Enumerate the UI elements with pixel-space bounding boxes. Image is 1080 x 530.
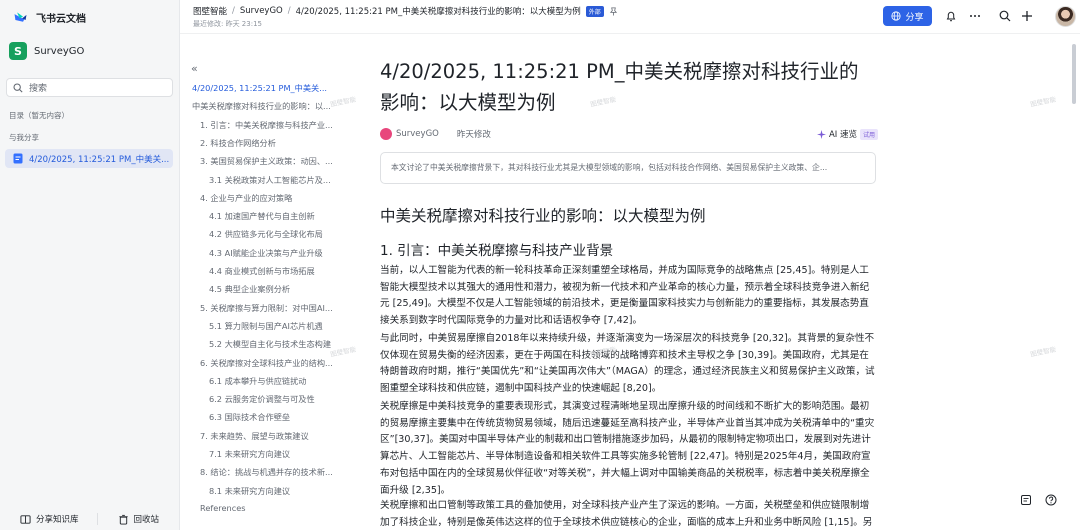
knowledge-base-icon	[20, 514, 31, 524]
toc-item[interactable]: 3. 美国贸易保护主义政策：动因、...	[200, 155, 342, 167]
search-doc-icon[interactable]	[997, 8, 1013, 24]
share-button[interactable]: 分享	[883, 6, 932, 26]
knowledge-base-label: 分享知识库	[36, 515, 79, 525]
shared-doc-item[interactable]: 4/20/2025, 11:25:21 PM_中美关...	[5, 149, 173, 168]
toc-item[interactable]: 3.1 关税政策对人工智能芯片及...	[209, 174, 342, 186]
author-avatar	[380, 128, 392, 140]
toc-item[interactable]: 4.5 典型企业案例分析	[209, 283, 342, 295]
more-menu-icon[interactable]	[967, 8, 983, 24]
surveygo-logo-icon: S	[9, 42, 27, 60]
sidebar: 飞书云文档 S SurveyGO 搜索 目录（暂无内容） 与我分享 4/20/2…	[0, 0, 180, 530]
toc-item[interactable]: 4.4 商业模式创新与市场拓展	[209, 265, 342, 277]
paragraph: 与此同时，中美贸易摩擦自2018年以来持续升级，并逐渐演变为一场深层次的科技竞争…	[380, 333, 875, 395]
breadcrumb-doc[interactable]: 4/20/2025, 11:25:21 PM_中美关税摩擦对科技行业的影响：以大…	[296, 5, 581, 17]
watermark: 图壁智能	[1029, 95, 1057, 109]
toc-item[interactable]: 5.2 大模型自主化与技术生态构建	[209, 338, 342, 350]
toc-item[interactable]: 4. 企业与产业的应对策略	[200, 192, 342, 204]
sidebar-search-input[interactable]: 搜索	[6, 78, 173, 97]
paragraph: 关税摩擦和出口管制等政策工具的叠加使用，对全球科技产业产生了深远的影响。一方面，…	[380, 500, 873, 528]
feishu-logo-icon	[14, 12, 27, 22]
toc-item[interactable]: 8. 结论：挑战与机遇并存的技术新...	[200, 466, 342, 478]
knowledge-base-button[interactable]: 分享知识库	[0, 513, 79, 525]
breadcrumb: 图壁智能 / SurveyGO / 4/20/2025, 11:25:21 PM…	[193, 5, 618, 17]
trial-badge: 试用	[859, 128, 878, 140]
sidebar-footer: 分享知识库 回收站	[0, 508, 180, 530]
heading-1: 中美关税摩擦对科技行业的影响：以大模型为例	[380, 207, 706, 225]
toc-label: 目录（暂无内容）	[9, 111, 69, 120]
toc-item[interactable]: 6. 关税摩擦对全球科技产业的结构...	[200, 357, 342, 369]
table-of-contents: « 4/20/2025, 11:25:21 PM_中美关... 中美关税摩擦对科技…	[180, 34, 350, 530]
heading-intro: 1. 引言：中美关税摩擦与科技产业背景	[380, 243, 614, 259]
notification-bell-icon[interactable]	[943, 8, 959, 24]
toc-item[interactable]: 2. 科技合作网络分析	[200, 137, 342, 149]
toc-item[interactable]: References	[200, 503, 342, 513]
document-title[interactable]: 4/20/2025, 11:25:21 PM_中美关税摩擦对科技行业的影响：以大…	[380, 56, 875, 118]
toc-item[interactable]: 7. 未来趋势、展望与政策建议	[200, 430, 342, 442]
globe-icon	[891, 11, 902, 21]
shared-section-label[interactable]: 与我分享	[9, 132, 39, 143]
shared-doc-label: 4/20/2025, 11:25:21 PM_中美关...	[29, 154, 170, 165]
toc-item[interactable]: 4.1 加速国产替代与自主创新	[209, 210, 342, 222]
toc-item[interactable]: 5. 关税摩擦与算力限制：对中国AI...	[200, 302, 342, 314]
sparkle-icon	[816, 129, 826, 139]
collapse-toc-icon[interactable]: «	[191, 62, 198, 75]
app-brand[interactable]: 飞书云文档	[12, 9, 86, 26]
app-name: 飞书云文档	[36, 14, 86, 25]
toc-item[interactable]: 中美关税摩擦对科技行业的影响：以...	[192, 100, 342, 112]
toc-item[interactable]: 8.1 未来研究方向建议	[209, 485, 342, 497]
breadcrumb-separator: /	[287, 6, 291, 16]
trash-label: 回收站	[133, 515, 160, 525]
breadcrumb-org[interactable]: 图壁智能	[193, 5, 227, 17]
document-meta: SurveyGO 昨天修改 AI 速览 试用	[380, 127, 878, 141]
user-avatar[interactable]	[1055, 6, 1076, 27]
external-badge: 外部	[585, 5, 604, 17]
breadcrumb-separator: /	[232, 6, 235, 16]
add-icon[interactable]	[1019, 8, 1035, 24]
toc-item[interactable]: 1. 引言：中美关税摩擦与科技产业...	[200, 119, 342, 131]
top-bar: 图壁智能 / SurveyGO / 4/20/2025, 11:25:21 PM…	[180, 0, 1080, 34]
search-placeholder: 搜索	[29, 84, 48, 94]
summary-box[interactable]: 本文讨论了中美关税摩擦背景下，其对科技行业尤其是大模型领域的影响，包括对科技合作…	[380, 152, 876, 184]
toc-item[interactable]: 4.3 AI赋能企业决策与产业升级	[209, 247, 342, 259]
toc-item[interactable]: 7.1 未来研究方向建议	[209, 448, 342, 460]
doc-outline-icon[interactable]	[1016, 490, 1036, 510]
trash-icon	[118, 514, 128, 525]
edited-time: 昨天修改	[456, 130, 491, 140]
watermark: 图壁智能	[1029, 345, 1057, 359]
toc-item[interactable]: 6.3 国际技术合作壁垒	[209, 411, 342, 423]
ai-summary-label: AI 速览	[828, 130, 857, 140]
toc-item[interactable]: 5.1 算力限制与国产AI芯片机遇	[209, 320, 342, 332]
ai-summary-button[interactable]: AI 速览 试用	[816, 128, 878, 140]
space-switcher[interactable]: S SurveyGO	[9, 42, 84, 60]
space-name: SurveyGO	[34, 45, 85, 57]
toc-item[interactable]: 6.1 成本攀升与供应链扰动	[209, 375, 342, 387]
toc-item[interactable]: 4.2 供应链多元化与全球化布局	[209, 228, 342, 240]
toc-item[interactable]: 4/20/2025, 11:25:21 PM_中美关...	[192, 82, 342, 94]
author-name[interactable]: SurveyGO	[396, 129, 439, 139]
trash-button[interactable]: 回收站	[98, 513, 160, 525]
scrollbar[interactable]	[1072, 44, 1076, 104]
help-icon[interactable]	[1041, 490, 1061, 510]
breadcrumb-space[interactable]: SurveyGO	[240, 6, 283, 16]
last-modified: 最近修改: 昨天 23:15	[193, 20, 262, 28]
doc-icon	[13, 153, 23, 164]
pin-icon[interactable]	[609, 6, 618, 16]
search-icon	[13, 82, 23, 93]
paragraph: 当前，以人工智能为代表的新一轮科技革命正深刻重塑全球格局，并成为国际竞争的战略焦…	[380, 265, 870, 327]
toc-item[interactable]: 6.2 云服务定价调整与可及性	[209, 393, 342, 405]
share-label: 分享	[905, 12, 924, 23]
paragraph: 关税摩擦是中美科技竞争的重要表现形式，其演变过程清晰地呈现出摩擦升级的时间线和不…	[380, 401, 875, 496]
